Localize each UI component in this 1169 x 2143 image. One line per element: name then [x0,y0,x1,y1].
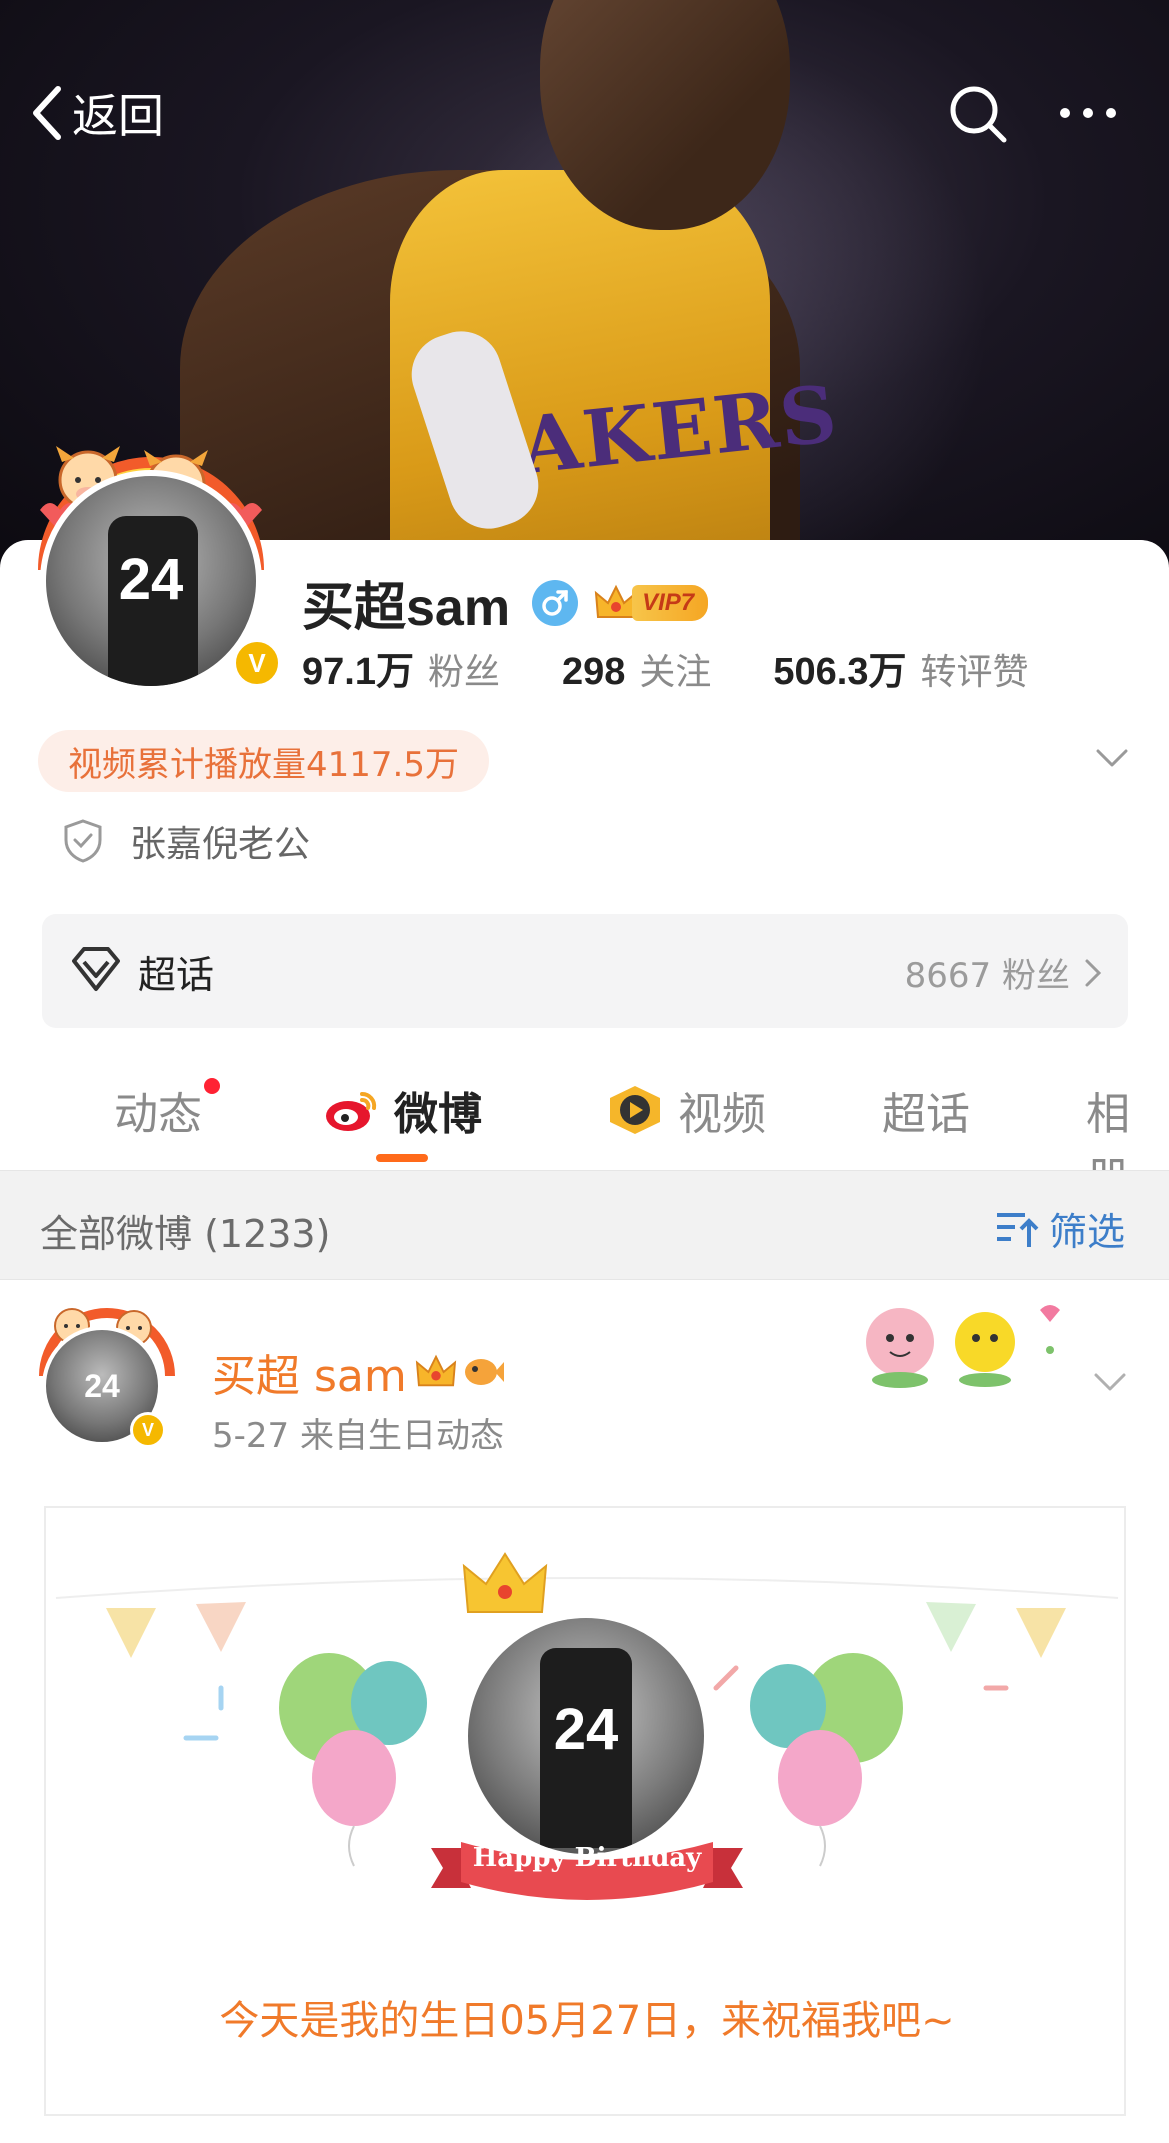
sticker-decoration-icon [866,1305,1060,1388]
stat-fans[interactable]: 97.1万 粉丝 [302,640,500,695]
filter-label: 筛选 [1048,1210,1125,1254]
birthday-avatar: 24 [468,1618,704,1854]
avatar-jersey-number: 24 [553,1697,619,1762]
crown-icon [462,1552,548,1613]
chaohua-label: 超话 [138,953,215,997]
chevron-down-icon[interactable] [1094,746,1130,770]
chevron-down-icon[interactable] [1092,1370,1128,1394]
tab-chaohua[interactable]: 超话 [882,1078,970,1142]
vip-badge[interactable]: VIP7 [594,581,709,625]
profile-avatar-group[interactable]: 24 V [26,440,282,700]
tab-label: 微博 [394,1089,482,1140]
diamond-icon [72,947,120,991]
active-tab-indicator [376,1154,428,1162]
vip-level: VIP7 [632,584,709,621]
chevron-left-icon [33,86,61,140]
profile-avatar: 24 [40,470,262,692]
profile-stats: 97.1万 粉丝 298 关注 506.3万 转评赞 [302,640,1091,695]
verified-badge-icon: V [130,1412,166,1448]
profile-tabs: 动态 微博 视频 超话 相册 [0,1060,1169,1204]
top-nav-bar: 返回 [0,70,1169,160]
filter-bar: 全部微博 (1233) 筛选 [0,1170,1169,1280]
filter-button[interactable]: 筛选 [995,1201,1125,1256]
tab-dynamics[interactable]: 动态 [114,1078,202,1142]
fish-badge-icon [464,1359,504,1385]
shield-icon [64,819,102,863]
more-icon[interactable] [1060,108,1116,118]
crown-icon [415,1354,456,1387]
tab-label: 视频 [678,1089,766,1140]
stat-following[interactable]: 298 关注 [562,643,711,695]
chevron-right-icon [1085,959,1102,986]
stat-label: 转评赞 [920,652,1029,693]
weibo-logo-icon [326,1091,377,1131]
tab-label: 超话 [882,1089,970,1140]
back-label: 返回 [72,89,164,143]
tab-label: 动态 [114,1089,202,1140]
chaohua-fans: 8667 粉丝 [905,948,1102,997]
stat-label: 粉丝 [427,652,500,693]
notification-dot [204,1078,220,1094]
stat-likes[interactable]: 506.3万 转评赞 [773,640,1028,695]
back-button[interactable]: 返回 [28,80,164,146]
avatar-jersey-number: 24 [84,1368,120,1404]
post-author-name[interactable]: 买超 sam [212,1340,407,1404]
post-author-row: 买超 sam [212,1340,505,1404]
video-play-count-badge[interactable]: 视频累计播放量4117.5万 [38,730,489,792]
birthday-message: 今天是我的生日05月27日，来祝福我吧~ [219,1998,955,2044]
avatar-jersey-number: 24 [118,547,184,612]
male-gender-icon [532,579,579,626]
birthday-card[interactable]: 24 Happy Birthday 今天是我的生日05月27日，来祝福我吧~ [44,1506,1126,2116]
filter-icon [996,1212,1039,1247]
weibo-count: 全部微博 (1233) [40,1212,331,1256]
search-icon[interactable] [948,84,1010,150]
verification-row: 张嘉倪老公 [62,815,310,867]
tab-weibo[interactable]: 微博 [322,1078,482,1142]
stat-value: 97.1万 [302,651,414,693]
profile-name-row: 买超sam VIP7 [302,565,709,640]
verification-text: 张嘉倪老公 [130,824,311,865]
post-avatar-group[interactable]: 24 V [32,1300,182,1450]
post-item[interactable]: 24 V 买超 sam 5-27 来自生日动态 24 Happy Birthda… [0,1280,1169,2143]
chaohua-fans-count: 8667 粉丝 [904,956,1070,996]
profile-name: 买超sam [302,579,511,637]
tab-video[interactable]: 视频 [604,1078,766,1142]
chaohua-card[interactable]: 超话 8667 粉丝 [42,914,1128,1028]
video-play-icon [610,1086,660,1134]
verified-badge-icon: V [232,638,282,688]
stat-value: 298 [561,651,626,693]
post-meta: 5-27 来自生日动态 [212,1416,504,1456]
stat-label: 关注 [639,652,712,693]
birthday-banner-text: Happy Birthday [472,1843,702,1873]
stat-value: 506.3万 [773,651,907,693]
